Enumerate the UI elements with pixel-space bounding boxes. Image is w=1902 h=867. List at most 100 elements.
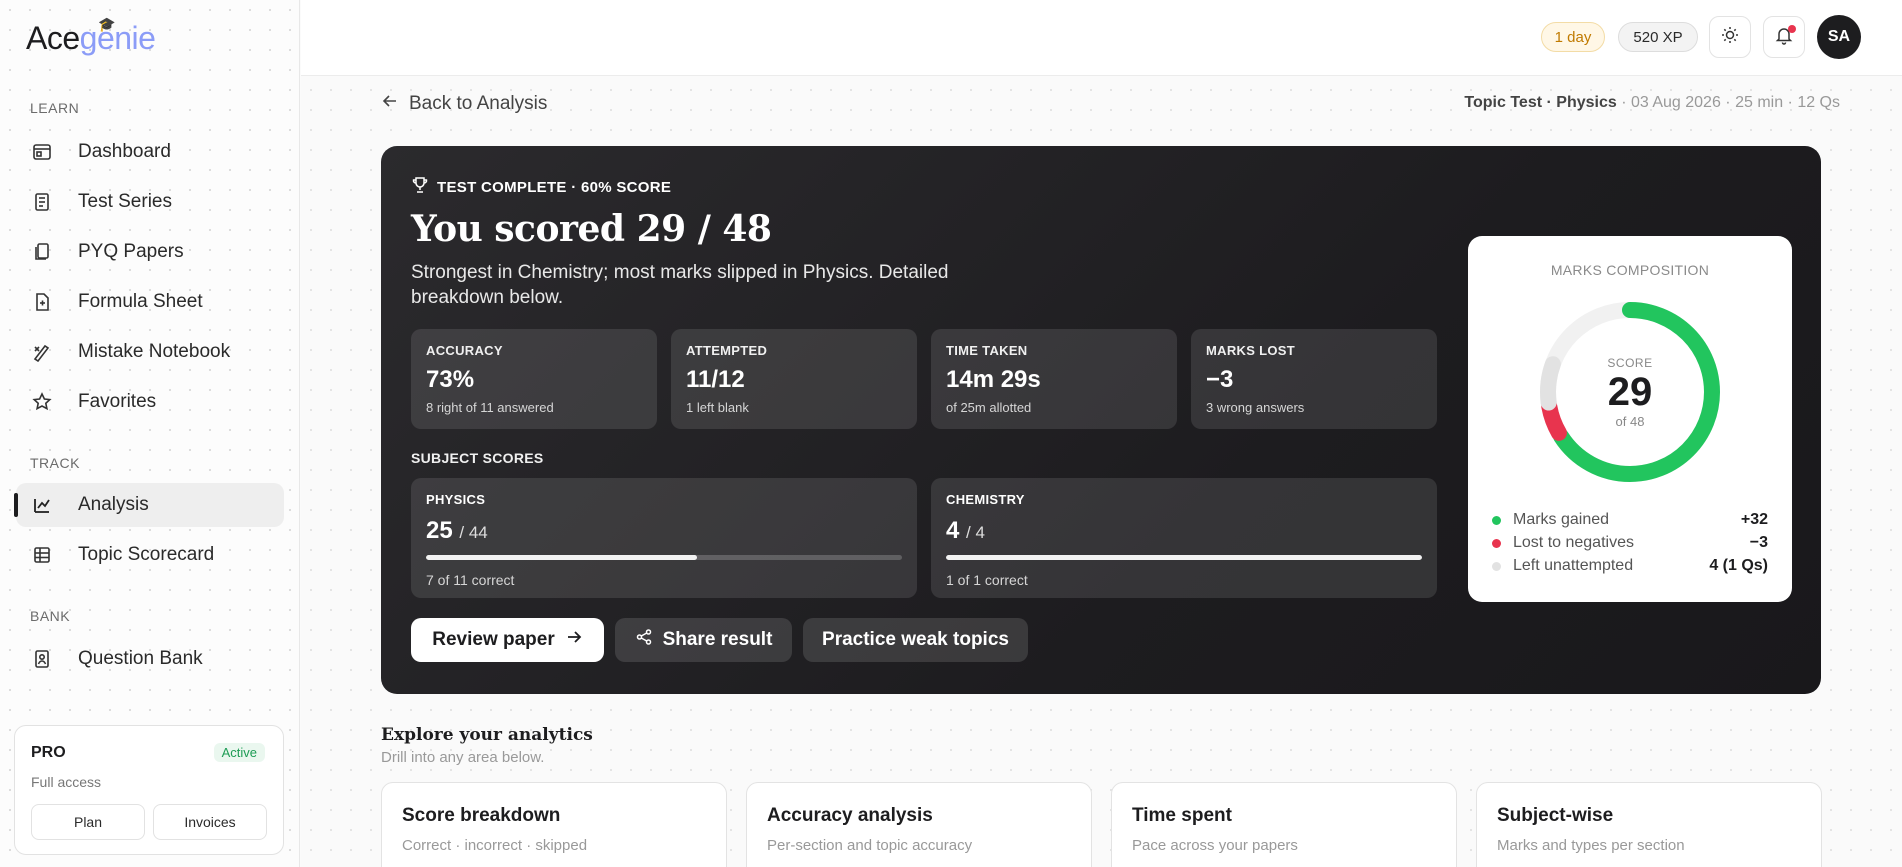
section-label-learn: LEARN	[30, 100, 80, 116]
sidebar-item-test-series[interactable]: Test Series	[16, 180, 284, 224]
top-bar: 1 day 520 XP SA	[301, 0, 1902, 76]
analytics-card-subject-wise[interactable]: Subject-wise Marks and types per section	[1476, 782, 1822, 867]
xp-badge[interactable]: 520 XP	[1618, 22, 1698, 52]
subject-card-physics: PHYSICS 25 / 44 7 of 11 correct	[411, 478, 917, 598]
sidebar-item-topic-scorecard[interactable]: Topic Scorecard	[16, 533, 284, 577]
back-to-analysis-link[interactable]: Back to Analysis	[381, 92, 547, 116]
share-result-button[interactable]: Share result	[615, 618, 792, 662]
analytics-card-time-spent[interactable]: Time spent Pace across your papers	[1111, 782, 1457, 867]
plan-status-badge: Active	[213, 743, 265, 762]
sidebar-item-dashboard[interactable]: Dashboard	[16, 130, 284, 174]
share-result-label: Share result	[662, 629, 773, 650]
sidebar-item-analysis[interactable]: Analysis	[14, 483, 284, 527]
analytics-card-accuracy-analysis[interactable]: Accuracy analysis Per-section and topic …	[746, 782, 1092, 867]
legend-dot	[1492, 561, 1501, 571]
theme-toggle-button[interactable]	[1709, 16, 1751, 58]
trophy-icon	[411, 176, 429, 198]
sidebar-item-favorites[interactable]: Favorites	[16, 380, 284, 424]
test-details: · 03 Aug 2026 · 25 min · 12 Qs	[1616, 94, 1840, 111]
subject-label: CHEMISTRY	[946, 492, 1025, 507]
app-logo[interactable]: Acegenie 🎓	[26, 16, 156, 57]
sidebar-item-label: Question Bank	[78, 648, 203, 669]
test-series-icon	[30, 190, 54, 214]
legend-value: 4 (1 Qs)	[1709, 557, 1768, 574]
analytics-card-score-breakdown[interactable]: Score breakdown Correct · incorrect · sk…	[381, 782, 727, 867]
result-summary: Strongest in Chemistry; most marks slipp…	[411, 262, 949, 308]
subject-progress-bar	[426, 555, 902, 560]
subject-progress-fill	[426, 555, 698, 560]
plan-button[interactable]: Plan	[31, 804, 145, 840]
notification-dot	[1788, 25, 1796, 33]
streak-badge[interactable]: 1 day	[1541, 22, 1605, 52]
legend-item-marks-gained: Marks gained +32	[1492, 509, 1768, 531]
subject-progress-fill	[946, 555, 1422, 560]
subject-score-total: / 44	[459, 523, 488, 542]
legend-value: +32	[1740, 511, 1768, 528]
back-label: Back to Analysis	[409, 93, 548, 114]
dashboard-icon	[30, 140, 54, 164]
sidebar-item-label: Favorites	[78, 391, 157, 412]
stat-card-accuracy: ACCURACY 73% 8 right of 11 answered	[411, 329, 657, 429]
stat-card-time-taken: TIME TAKEN 14m 29s of 25m allotted	[931, 329, 1177, 429]
sidebar-item-label: Formula Sheet	[78, 291, 203, 312]
sidebar-item-label: Test Series	[78, 191, 172, 212]
subject-label: PHYSICS	[426, 492, 486, 507]
subject-score: 25 / 44	[426, 517, 902, 545]
formula-icon	[30, 290, 54, 314]
card-title: Score breakdown	[402, 805, 561, 826]
stat-detail: of 25m allotted	[946, 400, 1032, 415]
donut-center: SCORE 29 of 48	[1530, 292, 1730, 492]
invoices-button[interactable]: Invoices	[153, 804, 267, 840]
legend-dot	[1492, 515, 1501, 525]
card-title: Accuracy analysis	[767, 805, 933, 826]
sidebar: Acegenie 🎓 LEARN Dashboard Test Series P…	[0, 0, 300, 867]
subject-score-value: 4	[946, 517, 960, 544]
stat-value: −3	[1206, 366, 1234, 393]
subject-scores-heading: SUBJECT SCORES	[411, 450, 544, 466]
score-headline: You scored 29 / 48	[411, 208, 772, 250]
result-kicker: TEST COMPLETE · 60% SCORE	[411, 176, 671, 198]
explore-subheading: Drill into any area below.	[381, 749, 545, 766]
stat-detail: 3 wrong answers	[1206, 400, 1305, 415]
subject-detail: 7 of 11 correct	[426, 572, 515, 588]
subject-detail: 1 of 1 correct	[946, 572, 1028, 588]
composition-title: MARKS COMPOSITION	[1550, 262, 1710, 278]
section-label-bank: BANK	[30, 608, 71, 624]
test-name: Topic Test · Physics	[1464, 94, 1617, 111]
kicker-text: TEST COMPLETE · 60% SCORE	[437, 178, 672, 196]
card-description: Correct · incorrect · skipped	[402, 837, 588, 854]
donut-center-value: 29	[1607, 369, 1653, 414]
practice-weak-topics-button[interactable]: Practice weak topics	[803, 618, 1028, 662]
sidebar-item-formula-sheet[interactable]: Formula Sheet	[16, 280, 284, 324]
scorecard-icon	[30, 543, 54, 567]
test-meta: Topic Test · Physics · 03 Aug 2026 · 25 …	[1464, 94, 1840, 112]
sun-icon	[1720, 25, 1740, 50]
legend-item-left-unattempted: Left unattempted 4 (1 Qs)	[1492, 555, 1768, 577]
subject-score-total: / 4	[966, 523, 985, 542]
result-hero-card: TEST COMPLETE · 60% SCORE You scored 29 …	[381, 146, 1821, 694]
stat-value: 73%	[426, 366, 475, 393]
card-description: Per-section and topic accuracy	[767, 837, 973, 854]
sidebar-item-pyq-papers[interactable]: PYQ Papers	[16, 230, 284, 274]
donut-center-label: SCORE	[1607, 355, 1653, 370]
card-description: Marks and types per section	[1497, 837, 1685, 854]
review-paper-button[interactable]: Review paper	[411, 618, 604, 662]
notifications-button[interactable]	[1763, 16, 1805, 58]
legend-label: Left unattempted	[1513, 557, 1634, 574]
sidebar-item-label: Topic Scorecard	[78, 544, 215, 565]
logo-text-genie: genie	[79, 20, 156, 56]
stat-detail: 8 right of 11 answered	[426, 400, 554, 415]
share-icon	[635, 628, 653, 652]
legend-label: Marks gained	[1513, 511, 1610, 528]
avatar[interactable]: SA	[1817, 15, 1861, 59]
card-title: Time spent	[1132, 805, 1232, 826]
stat-label: MARKS LOST	[1206, 343, 1295, 358]
plan-description: Full access	[31, 774, 102, 790]
logo-text-ace: Ace	[26, 20, 80, 56]
sidebar-item-mistake-notebook[interactable]: Mistake Notebook	[16, 330, 284, 374]
notebook-icon	[30, 340, 54, 364]
sidebar-item-label: Mistake Notebook	[78, 341, 231, 362]
graduation-cap-icon: 🎓	[98, 16, 115, 32]
question-bank-icon	[30, 647, 54, 671]
sidebar-item-question-bank[interactable]: Question Bank	[16, 637, 284, 681]
